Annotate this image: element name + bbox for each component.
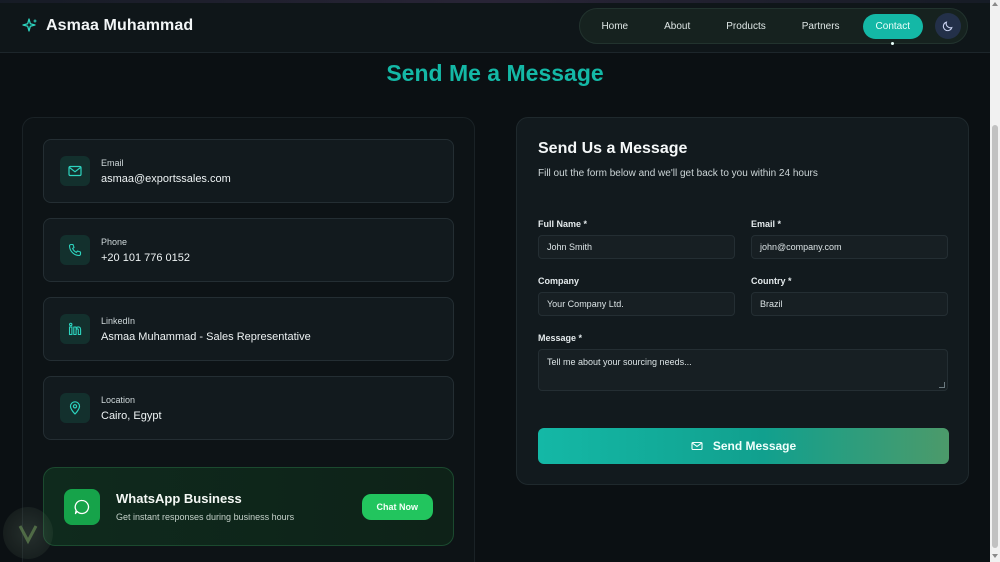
scroll-down-arrow-icon[interactable] (992, 554, 998, 558)
nav-home[interactable]: Home (588, 15, 641, 38)
location-label: Location (101, 394, 136, 405)
full-name-input[interactable]: John Smith (538, 235, 735, 259)
company-input[interactable]: Your Company Ltd. (538, 292, 735, 316)
country-label: Country * (751, 276, 792, 286)
location-value: Cairo, Egypt (101, 409, 162, 422)
page-scrollbar[interactable] (990, 0, 1000, 562)
mail-icon (60, 156, 90, 186)
whatsapp-chat-icon (64, 488, 100, 525)
linkedin-label: LinkedIn (101, 315, 136, 326)
location-pin-icon (60, 393, 90, 423)
send-message-button[interactable]: Send Message (538, 428, 949, 464)
form-subtitle: Fill out the form below and we'll get ba… (538, 168, 818, 179)
brand[interactable]: Asmaa Muhammad (22, 17, 193, 35)
resize-handle[interactable] (939, 382, 945, 388)
contact-form: Send Us a Message Fill out the form belo… (516, 117, 969, 485)
phone-icon (60, 235, 90, 265)
email-label: Email (101, 157, 124, 168)
phone-value[interactable]: +20 101 776 0152 (101, 252, 190, 264)
sparkle-icon (22, 18, 38, 34)
phone-label: Phone (101, 236, 128, 247)
chat-now-button[interactable]: Chat Now (361, 493, 433, 520)
phone-card[interactable]: Phone +20 101 776 0152 (43, 218, 454, 282)
message-label: Message * (538, 333, 583, 343)
nav-about[interactable]: About (651, 15, 703, 38)
brand-name: Asmaa Muhammad (46, 17, 194, 34)
email-value[interactable]: asmaa@exportssales.com (101, 173, 231, 185)
full-name-label: Full Name * (538, 219, 588, 229)
nav-partners[interactable]: Partners (789, 15, 853, 38)
country-input[interactable]: Brazil (751, 292, 948, 316)
scroll-up-arrow-icon[interactable] (992, 2, 998, 6)
message-textarea[interactable]: Tell me about your sourcing needs... (538, 349, 948, 391)
location-card[interactable]: Location Cairo, Egypt (43, 376, 454, 440)
send-message-label: Send Message (712, 439, 797, 453)
nav-menu: Home About Products Partners Contact (579, 8, 968, 45)
email-input[interactable]: john@company.com (751, 235, 948, 259)
company-label: Company (538, 276, 580, 286)
form-title: Send Us a Message (538, 140, 688, 157)
linkedin-icon (60, 314, 90, 344)
linkedin-card[interactable]: LinkedIn Asmaa Muhammad - Sales Represen… (43, 297, 454, 361)
scrollbar-thumb[interactable] (992, 125, 998, 548)
email-field-label: Email * (751, 219, 782, 229)
page-title: Send Me a Message (386, 60, 604, 86)
mail-icon (691, 441, 703, 451)
email-card[interactable]: Email asmaa@exportssales.com (43, 139, 454, 203)
whatsapp-subtitle: Get instant responses during business ho… (116, 512, 295, 522)
theme-toggle-button[interactable] (935, 13, 961, 39)
message-placeholder: Tell me about your sourcing needs... (547, 357, 692, 367)
top-navbar: Asmaa Muhammad Home About Products Partn… (0, 0, 990, 53)
contact-info-panel: Email asmaa@exportssales.com Phone +20 1… (22, 117, 475, 562)
linkedin-value[interactable]: Asmaa Muhammad - Sales Representative (101, 331, 311, 343)
nav-products[interactable]: Products (713, 15, 778, 38)
whatsapp-title: WhatsApp Business (116, 491, 242, 506)
whatsapp-business-card: WhatsApp Business Get instant responses … (43, 467, 454, 546)
watermark-logo (3, 507, 53, 559)
nav-contact[interactable]: Contact (862, 13, 923, 45)
moon-icon (942, 21, 953, 32)
